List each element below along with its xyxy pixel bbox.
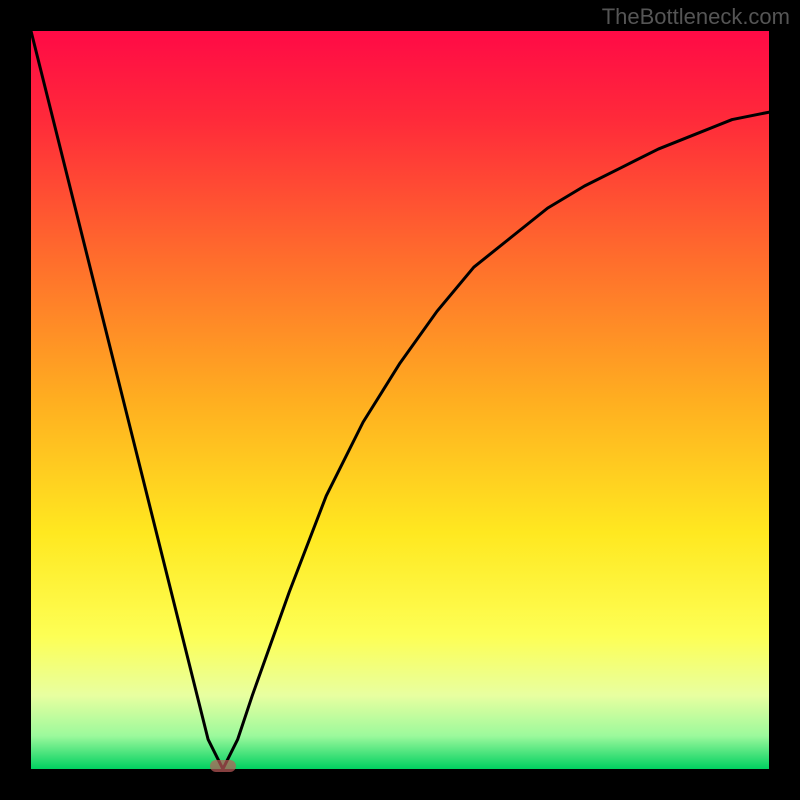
bottleneck-curve (31, 31, 769, 769)
watermark-text: TheBottleneck.com (602, 4, 790, 30)
minimum-marker (210, 760, 236, 772)
chart-container: TheBottleneck.com (0, 0, 800, 800)
plot-area (31, 31, 769, 769)
curve-layer (31, 31, 769, 769)
